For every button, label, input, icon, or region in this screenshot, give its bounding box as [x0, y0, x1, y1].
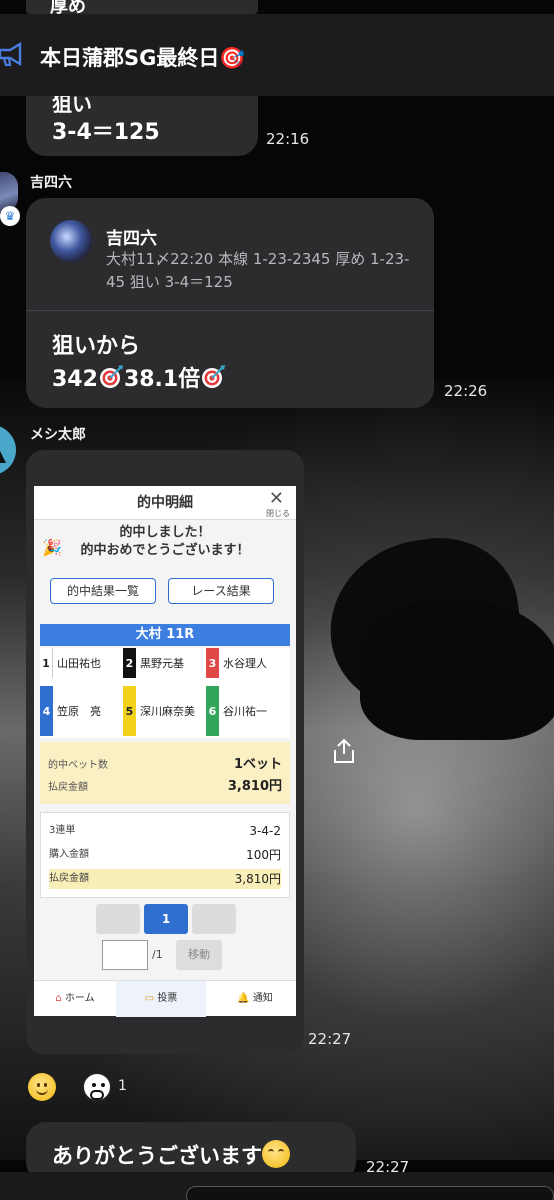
page-input	[102, 940, 148, 970]
smile-emoji-icon	[262, 1140, 290, 1168]
race-result-button: レース結果	[168, 578, 274, 604]
detail-value: 100円	[246, 848, 281, 862]
racer-name: 黒野元基	[140, 656, 184, 670]
message-text: 342	[52, 367, 98, 392]
message-text: 狙いから	[52, 334, 141, 359]
reactions-bar: 1	[28, 1072, 138, 1102]
quoted-avatar	[50, 220, 92, 262]
detail-value: 3,810円	[234, 872, 281, 886]
detail-row: 払戻金額 3,810円	[49, 869, 281, 889]
tab-label: 通知	[252, 993, 273, 1004]
quote-divider	[26, 310, 434, 311]
screenshot-header: 的中明細 ✕ 閉じる	[34, 486, 296, 520]
racer-name: 笠原 亮	[57, 704, 101, 718]
racer-name: 山田祐也	[57, 656, 101, 670]
pager-prev	[96, 904, 140, 934]
racer: 1 山田祐也	[40, 648, 123, 678]
pinned-title: 本日蒲郡SG最終日🎯	[40, 46, 246, 70]
congrats-line: 的中おめでとうございます！	[80, 543, 250, 558]
page-total: /1	[152, 948, 163, 961]
racer-number: 1	[40, 648, 53, 678]
dart-icon	[202, 365, 226, 388]
racer-number: 2	[123, 648, 136, 678]
quoted-sender-name: 吉四六	[106, 229, 157, 249]
attached-screenshot: 的中明細 ✕ 閉じる 🎉 的中しました！ 的中おめでとうございます！ 的中結果一…	[34, 486, 296, 1017]
tab-notify: 🔔 通知	[214, 981, 296, 1017]
tab-home: ⌂ ホーム	[34, 981, 116, 1017]
message-bubble[interactable]: 吉四六 大村11〆22:20 本線 1-23-2345 厚め 1-23-45 狙…	[26, 198, 434, 408]
message-text: 3-4＝125	[52, 120, 160, 145]
tab-label: ホーム	[64, 993, 95, 1004]
bell-icon: 🔔	[237, 993, 250, 1004]
racer-number: 6	[206, 686, 219, 736]
message-time: 22:16	[266, 130, 310, 148]
quoted-text: 大村11〆22:20 本線 1-23-2345 厚め 1-23-45 狙い 3-…	[106, 250, 410, 291]
crown-icon: ♛	[0, 206, 20, 226]
image-message[interactable]: 的中明細 ✕ 閉じる 🎉 的中しました！ 的中おめでとうございます！ 的中結果一…	[26, 450, 304, 1054]
hit-summary: 的中ベット数 1ベット 払戻金額 3,810円	[40, 742, 290, 804]
detail-row: 3連単 3-4-2	[49, 821, 281, 841]
dart-icon	[99, 365, 123, 388]
screenshot-title: 的中明細	[137, 495, 193, 511]
congrats-text: 的中しました！ 的中おめでとうございます！	[34, 524, 296, 560]
megaphone-icon	[0, 42, 22, 66]
message-time: 22:26	[444, 382, 488, 400]
detail-label: 払戻金額	[49, 873, 89, 884]
detail-label: 購入金額	[49, 849, 89, 860]
pager-current: 1	[144, 904, 188, 934]
message-time: 22:27	[308, 1030, 352, 1048]
tab-label: 投票	[157, 993, 178, 1004]
message-text-line: ありがとうございます	[52, 1140, 290, 1170]
detail-row: 購入金額 100円	[49, 845, 281, 865]
racer: 6 谷川祐一	[206, 686, 290, 736]
summary-row: 払戻金額 3,810円	[48, 778, 282, 794]
share-icon[interactable]	[332, 738, 356, 764]
detail-value: 3-4-2	[249, 824, 281, 838]
racers-grid: 1 山田祐也 2 黒野元基 3 水谷理人 4 笠原 亮 5 深川麻奈美 6 谷川…	[40, 648, 290, 738]
racer-name: 谷川祐一	[223, 704, 267, 718]
summary-row: 的中ベット数 1ベット	[48, 756, 282, 772]
background-silhouette-body	[360, 600, 554, 740]
close-icon: ✕	[268, 488, 284, 509]
summary-value: 1ベット	[233, 757, 282, 772]
pager-next	[192, 904, 236, 934]
add-reaction-button[interactable]	[28, 1073, 56, 1101]
congrats-line: 的中しました！	[119, 525, 211, 540]
racer-number: 4	[40, 686, 53, 736]
message-bubble[interactable]: 狙い 3-4＝125	[26, 92, 258, 156]
sender-name[interactable]: 吉四六	[30, 172, 72, 192]
race-title: 大村 11R	[40, 624, 290, 646]
message-text: ありがとうございます	[52, 1144, 262, 1168]
sender-name[interactable]: メシ太郎	[30, 424, 86, 444]
input-bar	[0, 1172, 554, 1200]
message-input[interactable]	[186, 1186, 554, 1200]
home-icon: ⌂	[55, 993, 62, 1004]
ticket-icon: ▭	[144, 993, 155, 1004]
summary-label: 的中ベット数	[48, 760, 108, 771]
racer-name: 深川麻奈美	[140, 704, 195, 718]
summary-value: 3,810円	[227, 779, 282, 794]
racer-name: 水谷理人	[223, 656, 267, 670]
hit-list-button: 的中結果一覧	[50, 578, 156, 604]
racer: 4 笠原 亮	[40, 686, 123, 736]
racer-number: 3	[206, 648, 219, 678]
summary-label: 払戻金額	[48, 782, 88, 793]
message-text-line: 342 38.1倍	[52, 361, 226, 393]
detail-label: 3連単	[49, 825, 76, 836]
bet-detail: 3連単 3-4-2 購入金額 100円 払戻金額 3,810円	[40, 812, 290, 898]
close-label: 閉じる	[266, 509, 290, 518]
racer: 2 黒野元基	[123, 648, 206, 678]
racer-number: 5	[123, 686, 136, 736]
message-text: 38.1倍	[123, 367, 201, 392]
racer: 5 深川麻奈美	[123, 686, 206, 736]
page-go-button: 移動	[176, 940, 222, 970]
previous-message-fragment: 厚め	[26, 0, 258, 17]
tab-vote: ▭ 投票	[116, 981, 206, 1017]
reaction-count: 1	[118, 1078, 127, 1094]
pinned-announcement-bar[interactable]: 本日蒲郡SG最終日🎯	[0, 14, 554, 96]
racer: 3 水谷理人	[206, 648, 290, 678]
thinking-sticker-icon[interactable]	[82, 1072, 112, 1102]
screenshot-tabbar: ⌂ ホーム ▭ 投票 🔔 通知	[34, 980, 296, 1017]
